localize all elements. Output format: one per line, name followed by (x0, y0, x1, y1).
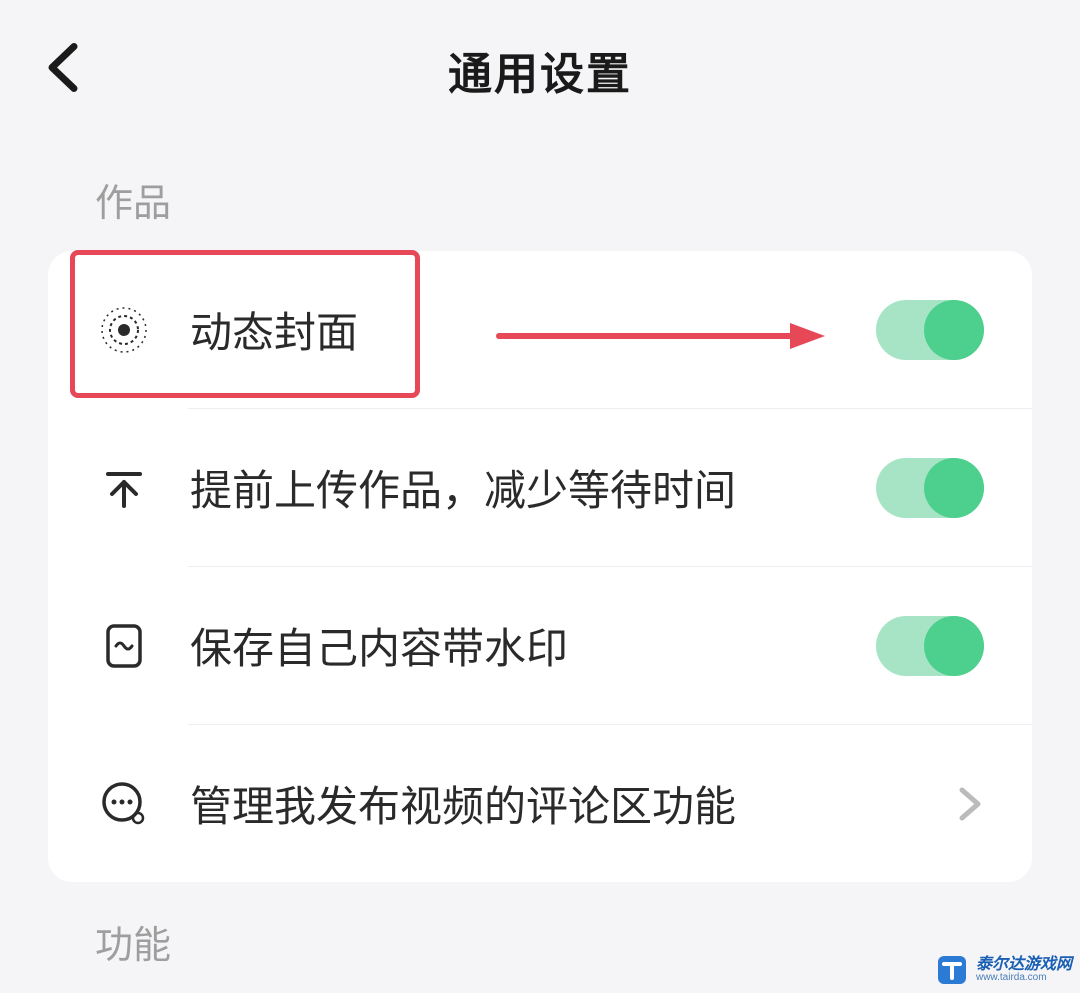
watermark-icon (96, 618, 152, 674)
chevron-left-icon (42, 41, 84, 95)
toggle-knob (924, 458, 984, 518)
row-watermark[interactable]: 保存自己内容带水印 (48, 567, 1032, 724)
toggle-dynamic-cover[interactable] (876, 300, 984, 360)
toggle-knob (924, 300, 984, 360)
upload-icon (96, 460, 152, 516)
section-label-features: 功能 (0, 882, 1080, 993)
section-label-works: 作品 (0, 140, 1080, 251)
watermark: 泰尔达游戏网 www.tairda.com (928, 950, 1080, 990)
header: 通用设置 (0, 0, 1080, 140)
toggle-pre-upload[interactable] (876, 458, 984, 518)
chevron-right-icon (956, 784, 984, 824)
toggle-knob (924, 616, 984, 676)
comment-manage-icon (96, 776, 152, 832)
settings-card-works: 动态封面 提前上传作品，减少等待时间 保存自己内容带水印 (48, 251, 1032, 882)
row-label: 提前上传作品，减少等待时间 (190, 457, 876, 518)
back-button[interactable] (42, 41, 84, 100)
row-pre-upload[interactable]: 提前上传作品，减少等待时间 (48, 409, 1032, 566)
row-dynamic-cover[interactable]: 动态封面 (48, 251, 1032, 408)
watermark-logo-icon (936, 954, 968, 986)
row-comment-manage[interactable]: 管理我发布视频的评论区功能 (48, 725, 1032, 882)
watermark-url: www.tairda.com (976, 973, 1072, 983)
page-title: 通用设置 (0, 38, 1080, 102)
watermark-title: 泰尔达游戏网 (976, 957, 1072, 973)
row-label: 动态封面 (190, 299, 876, 360)
row-label: 管理我发布视频的评论区功能 (190, 773, 956, 834)
toggle-watermark[interactable] (876, 616, 984, 676)
row-label: 保存自己内容带水印 (190, 615, 876, 676)
live-cover-icon (96, 302, 152, 358)
